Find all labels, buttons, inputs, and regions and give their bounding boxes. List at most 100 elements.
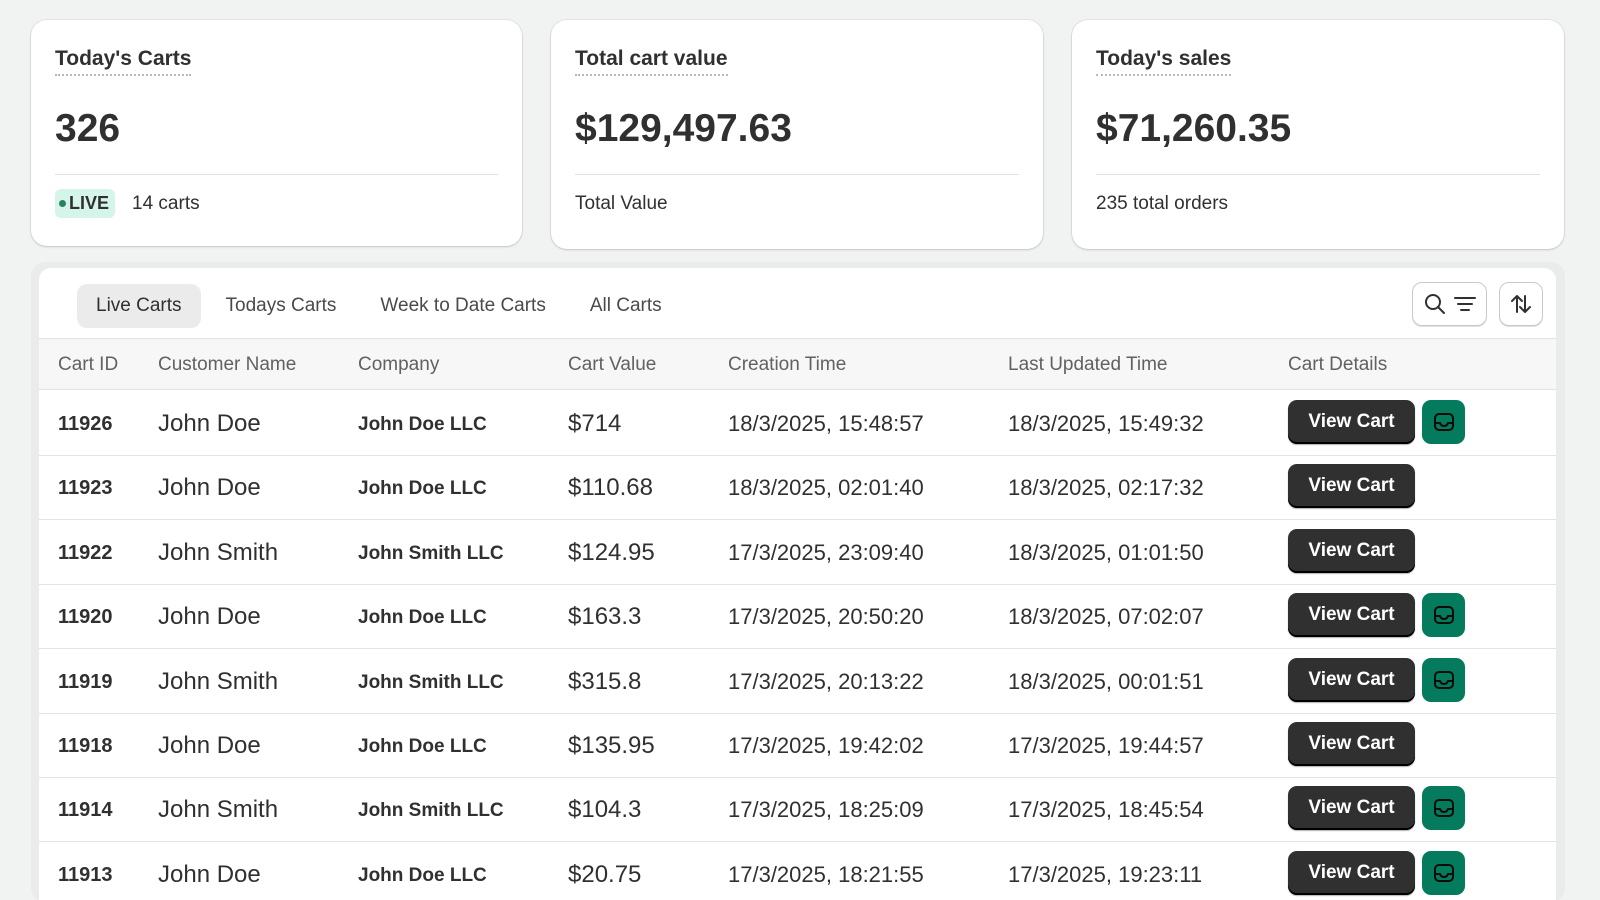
column-header-cart-id[interactable]: Cart ID <box>58 354 118 376</box>
view-cart-button[interactable]: View Cart <box>1288 528 1415 573</box>
cart-id-cell: 11923 <box>58 477 113 500</box>
company-cell: John Doe LLC <box>358 864 487 886</box>
view-cart-button[interactable]: View Cart <box>1288 850 1415 895</box>
inbox-icon <box>1433 413 1454 431</box>
table-row[interactable]: 11914 John Smith John Smith LLC $104.3 17/3/… <box>39 776 1556 843</box>
table-row[interactable]: 11918 John Doe John Doe LLC $135.95 17/3/202… <box>39 712 1556 778</box>
live-dot-icon <box>59 200 66 207</box>
company-cell: John Doe LLC <box>358 736 487 757</box>
cart-id-cell: 11918 <box>58 735 113 757</box>
customer-name-cell: John Doe <box>158 860 261 888</box>
todays-carts-card: Today's Carts 326 LIVE 14 carts <box>31 20 522 246</box>
last-updated-time-cell: 17/3/2025, 19:23:11 <box>1008 861 1203 887</box>
view-cart-button[interactable]: View Cart <box>1288 593 1415 638</box>
customer-name-cell: John Smith <box>158 667 279 695</box>
search-filter-button[interactable] <box>1412 282 1487 326</box>
tab-week-to-date-carts[interactable]: Week to Date Carts <box>361 284 564 328</box>
last-updated-time-cell: 17/3/2025, 18:45:54 <box>1008 797 1204 823</box>
company-cell: John Smith LLC <box>358 800 504 822</box>
creation-time-cell: 18/3/2025, 02:01:40 <box>728 475 924 501</box>
live-badge-label: LIVE <box>69 193 110 213</box>
customer-name-cell: John Doe <box>158 732 261 759</box>
cart-value-cell: $110.68 <box>568 474 653 502</box>
card-value: $129,497.63 <box>575 107 792 150</box>
company-cell: John Smith LLC <box>358 542 504 564</box>
view-cart-button[interactable]: View Cart <box>1288 464 1415 509</box>
sort-button[interactable] <box>1499 282 1543 326</box>
column-header-creation-time[interactable]: Creation Time <box>728 354 846 376</box>
card-title[interactable]: Today's Carts <box>55 46 192 76</box>
inbox-button[interactable] <box>1422 850 1465 895</box>
customer-name-cell: John Doe <box>158 603 261 631</box>
card-footer: LIVE 14 carts <box>55 189 498 218</box>
cart-tabs: Live Carts Todays Carts Week to Date Car… <box>77 284 687 328</box>
view-cart-button[interactable]: View Cart <box>1288 657 1415 702</box>
table-row[interactable]: 11926 John Doe John Doe LLC $714 18/3/2025, … <box>39 390 1556 456</box>
column-header-cart-value[interactable]: Cart Value <box>568 354 656 376</box>
view-cart-button[interactable]: View Cart <box>1288 722 1415 766</box>
card-title[interactable]: Total cart value <box>575 46 728 76</box>
creation-time-cell: 18/3/2025, 15:48:57 <box>728 411 924 436</box>
company-cell: John Smith LLC <box>358 671 504 693</box>
inbox-button[interactable] <box>1422 786 1465 831</box>
column-header-customer-name[interactable]: Customer Name <box>158 354 296 376</box>
divider <box>1096 174 1540 175</box>
card-footer: 235 total orders <box>1096 193 1229 214</box>
carts-panel: Live Carts Todays Carts Week to Date Car… <box>39 268 1556 900</box>
filter-icon <box>1453 297 1476 311</box>
inbox-button[interactable] <box>1422 400 1465 444</box>
cart-value-cell: $104.3 <box>568 796 642 824</box>
cart-id-cell: 11919 <box>58 670 113 693</box>
live-cart-count: 14 carts <box>132 192 200 214</box>
cart-id-cell: 11926 <box>58 413 113 435</box>
creation-time-cell: 17/3/2025, 19:42:02 <box>728 733 924 758</box>
view-cart-button[interactable]: View Cart <box>1288 400 1415 444</box>
table-row[interactable]: 11922 John Smith John Smith LLC $124.95 17/3… <box>39 519 1556 585</box>
last-updated-time-cell: 18/3/2025, 02:17:32 <box>1008 475 1204 501</box>
todays-sales-card: Today's sales $71,260.35 235 total order… <box>1072 20 1564 249</box>
inbox-icon <box>1433 863 1454 882</box>
column-header-last-updated-time[interactable]: Last Updated Time <box>1008 354 1167 376</box>
inbox-button[interactable] <box>1422 593 1465 638</box>
column-header-company[interactable]: Company <box>358 354 439 376</box>
sort-icon <box>1511 295 1531 313</box>
customer-name-cell: John Smith <box>158 796 279 824</box>
cart-value-cell: $714 <box>568 410 622 437</box>
cart-value-cell: $135.95 <box>568 732 655 759</box>
table-row[interactable]: 11913 John Doe John Doe LLC $20.75 17/3/2025… <box>39 841 1556 900</box>
cart-id-cell: 11913 <box>58 863 113 886</box>
tab-all-carts[interactable]: All Carts <box>571 284 681 328</box>
search-icon <box>1424 294 1445 314</box>
total-cart-value-card: Total cart value $129,497.63 Total Value <box>551 20 1043 249</box>
divider <box>575 174 1019 175</box>
tab-todays-carts[interactable]: Todays Carts <box>207 284 356 328</box>
summary-cards: Today's Carts 326 LIVE 14 carts Total ca… <box>31 20 1565 254</box>
customer-name-cell: John Doe <box>158 474 261 502</box>
cart-id-cell: 11914 <box>58 799 113 822</box>
last-updated-time-cell: 18/3/2025, 15:49:32 <box>1008 411 1204 436</box>
view-cart-button[interactable]: View Cart <box>1288 786 1415 831</box>
cart-id-cell: 11922 <box>58 541 113 564</box>
creation-time-cell: 17/3/2025, 20:13:22 <box>728 668 924 694</box>
creation-time-cell: 17/3/2025, 23:09:40 <box>728 539 924 565</box>
table-row[interactable]: 11920 John Doe John Doe LLC $163.3 17/3/2025… <box>39 583 1556 650</box>
creation-time-cell: 17/3/2025, 18:21:55 <box>728 861 924 887</box>
table-row[interactable]: 11919 John Smith John Smith LLC $315.8 17/3/… <box>39 648 1556 714</box>
column-header-cart-details: Cart Details <box>1288 354 1388 375</box>
creation-time-cell: 17/3/2025, 20:50:20 <box>728 604 924 630</box>
last-updated-time-cell: 18/3/2025, 00:01:51 <box>1008 668 1204 694</box>
table-header: Cart ID Customer Name Company Cart Value… <box>39 338 1556 390</box>
inbox-icon <box>1433 606 1454 625</box>
card-value: 326 <box>55 107 121 150</box>
cart-value-cell: $163.3 <box>568 603 642 631</box>
card-title[interactable]: Today's sales <box>1096 46 1232 76</box>
tab-live-carts[interactable]: Live Carts <box>77 284 201 328</box>
last-updated-time-cell: 18/3/2025, 07:02:07 <box>1008 604 1204 630</box>
inbox-icon <box>1433 670 1454 689</box>
cart-value-cell: $20.75 <box>568 860 642 888</box>
inbox-button[interactable] <box>1422 657 1465 702</box>
customer-name-cell: John Doe <box>158 410 261 437</box>
card-footer: Total Value <box>575 193 668 214</box>
cart-id-cell: 11920 <box>58 606 113 629</box>
table-row[interactable]: 11923 John Doe John Doe LLC $110.68 18/3/202… <box>39 454 1556 521</box>
